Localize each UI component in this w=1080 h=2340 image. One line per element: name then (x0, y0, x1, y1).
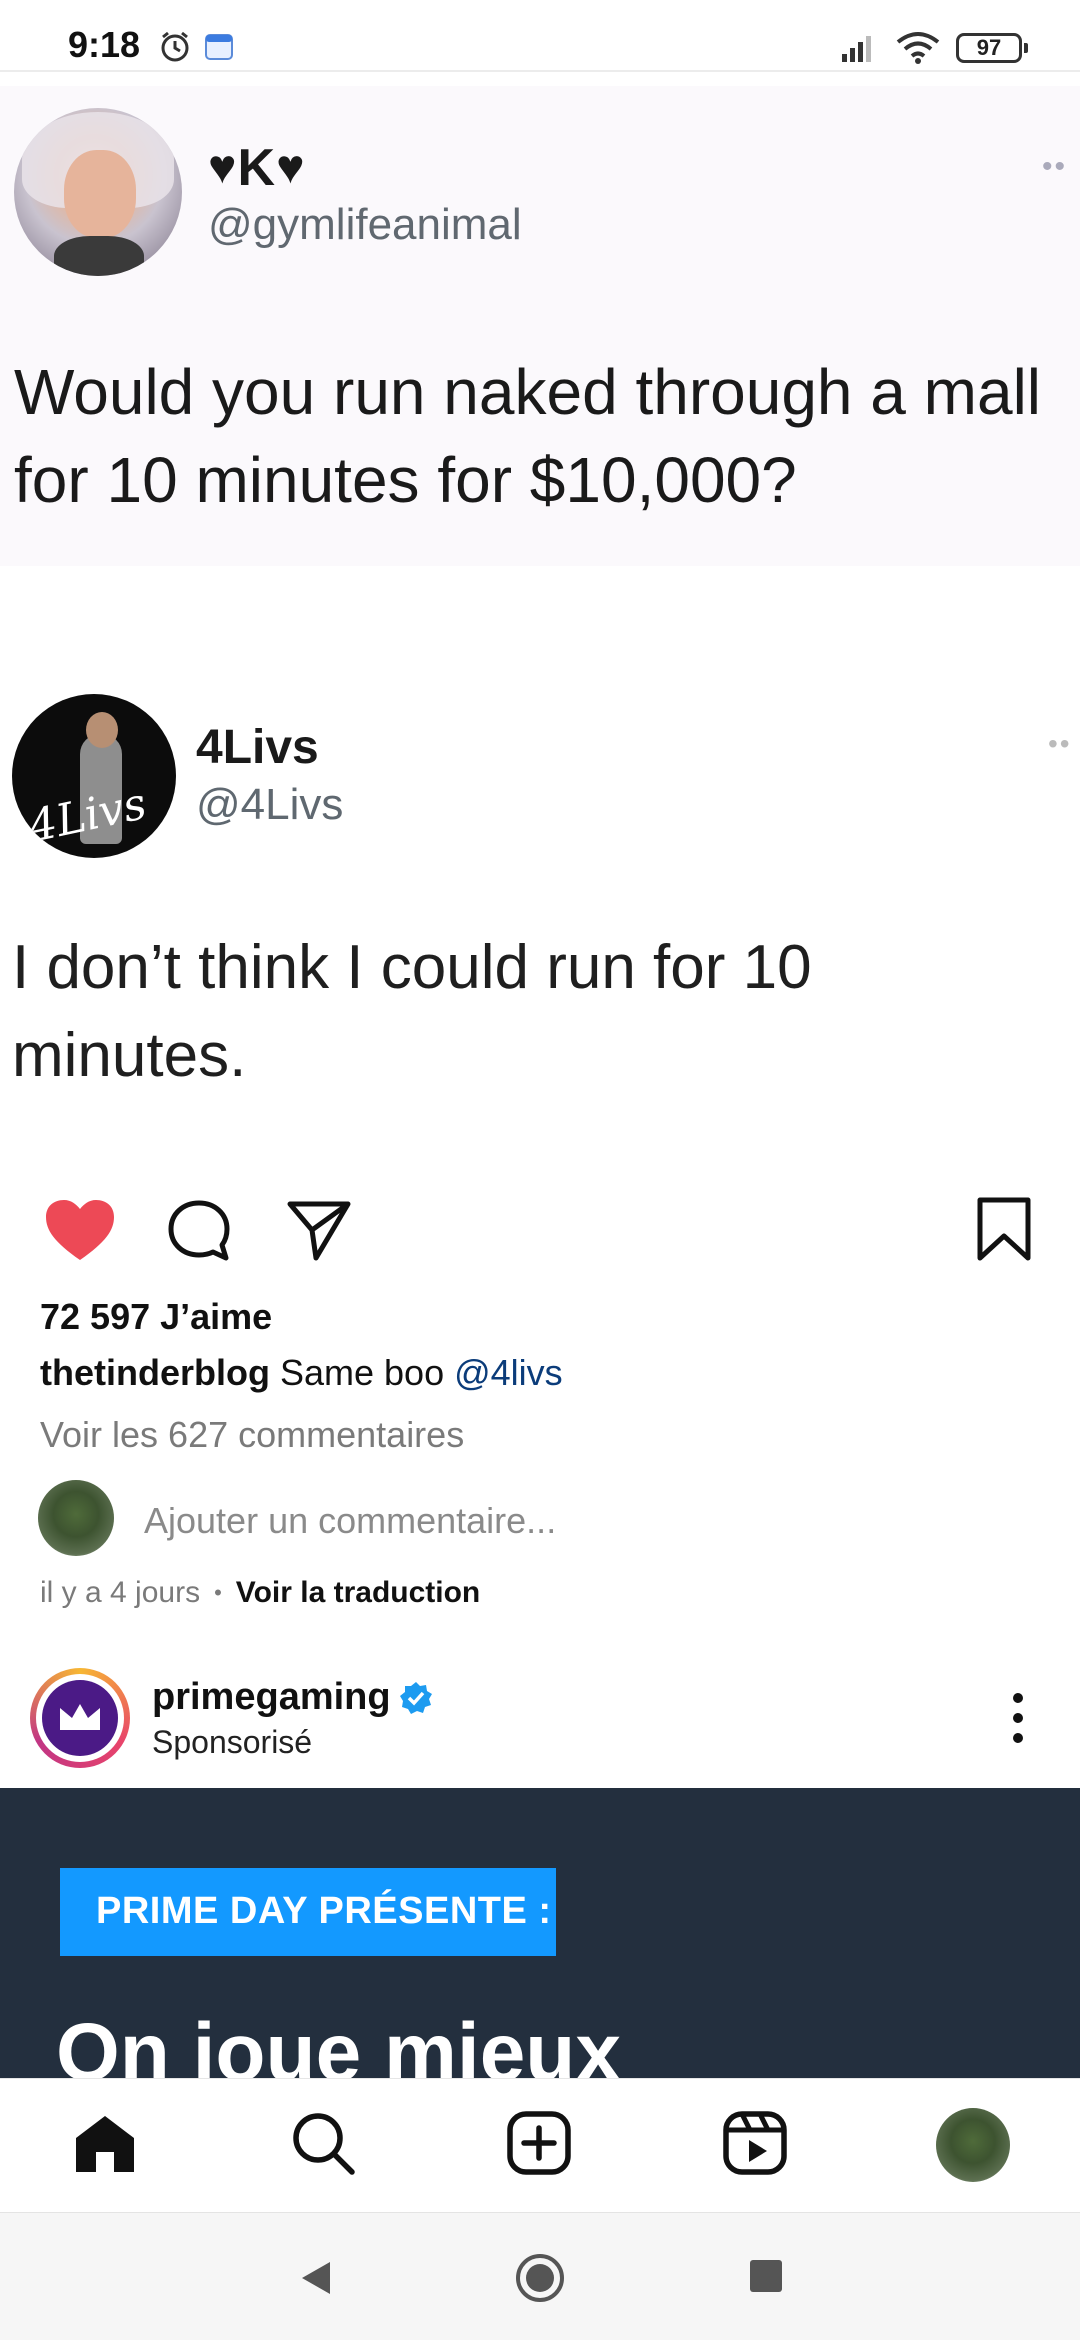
meta-separator: • (214, 1580, 222, 1605)
battery-icon: 97 (956, 33, 1028, 63)
post-caption: thetinderblog Same boo @4livs (40, 1352, 563, 1394)
likes-count[interactable]: 72 597 J’aime (40, 1296, 272, 1338)
heart-icon[interactable] (44, 1198, 116, 1264)
tweet1-more-icon: •• (1042, 150, 1068, 183)
crown-icon (60, 1704, 100, 1730)
post-time: il y a 4 jours (40, 1576, 201, 1609)
send-icon[interactable] (286, 1198, 352, 1262)
tweet2-handle: @4Livs (196, 780, 344, 829)
wifi-icon (896, 32, 940, 64)
tweet1-handle: @gymlifeanimal (208, 200, 522, 249)
sponsor-account-name[interactable]: primegaming (152, 1676, 391, 1719)
reels-icon[interactable] (722, 2110, 788, 2176)
more-options-icon[interactable] (1008, 1690, 1028, 1746)
view-comments-link[interactable]: Voir les 627 commentaires (40, 1414, 464, 1456)
battery-level: 97 (976, 35, 1002, 60)
ad-badge: PRIME DAY PRÉSENTE : (60, 1868, 556, 1956)
calendar-icon (205, 34, 233, 60)
tweet1-avatar (14, 108, 182, 276)
comment-icon[interactable] (166, 1198, 232, 1264)
avatar (38, 1480, 114, 1556)
tweet2-display-name: 4Livs (196, 721, 319, 774)
black-heart-icon: ♥ (208, 141, 238, 194)
sponsored-label: Sponsorisé (152, 1724, 313, 1760)
black-heart-icon: ♥ (276, 141, 306, 194)
caption-text: Same boo (269, 1352, 455, 1393)
verified-badge-icon (400, 1682, 432, 1714)
status-time: 9:18 (68, 24, 141, 65)
tweet1-display-name: ♥ K ♥ (208, 139, 306, 197)
alarm-icon (161, 31, 189, 62)
status-bar: 9:18 97 (0, 0, 1080, 72)
ad-badge-text: PRIME DAY PRÉSENTE : (96, 1890, 552, 1932)
recent-apps-icon[interactable] (750, 2260, 782, 2292)
home-circle-icon[interactable] (514, 2252, 566, 2304)
tweet1-text: Would you run naked through a mall for 1… (14, 356, 1041, 516)
caption-username[interactable]: thetinderblog (40, 1352, 270, 1393)
comment-input[interactable]: Ajouter un commentaire... (144, 1500, 556, 1542)
plus-square-icon[interactable] (506, 2110, 572, 2176)
search-icon[interactable] (290, 2110, 356, 2176)
home-icon[interactable] (72, 2112, 138, 2176)
see-translation-link[interactable]: Voir la traduction (236, 1576, 480, 1610)
tweet2-avatar: 4Livs (12, 694, 176, 858)
caption-mention[interactable]: @4livs (454, 1352, 563, 1393)
signal-icon (842, 36, 871, 62)
post-meta: il y a 4 jours • Voir la traduction (40, 1576, 480, 1610)
tweet2-more-icon: •• (1048, 728, 1072, 759)
profile-avatar[interactable] (936, 2108, 1010, 2182)
back-icon[interactable] (298, 2258, 334, 2298)
bookmark-icon[interactable] (976, 1196, 1032, 1262)
tweet2-text: I don’t think I could run for 10 minutes… (12, 933, 812, 1090)
